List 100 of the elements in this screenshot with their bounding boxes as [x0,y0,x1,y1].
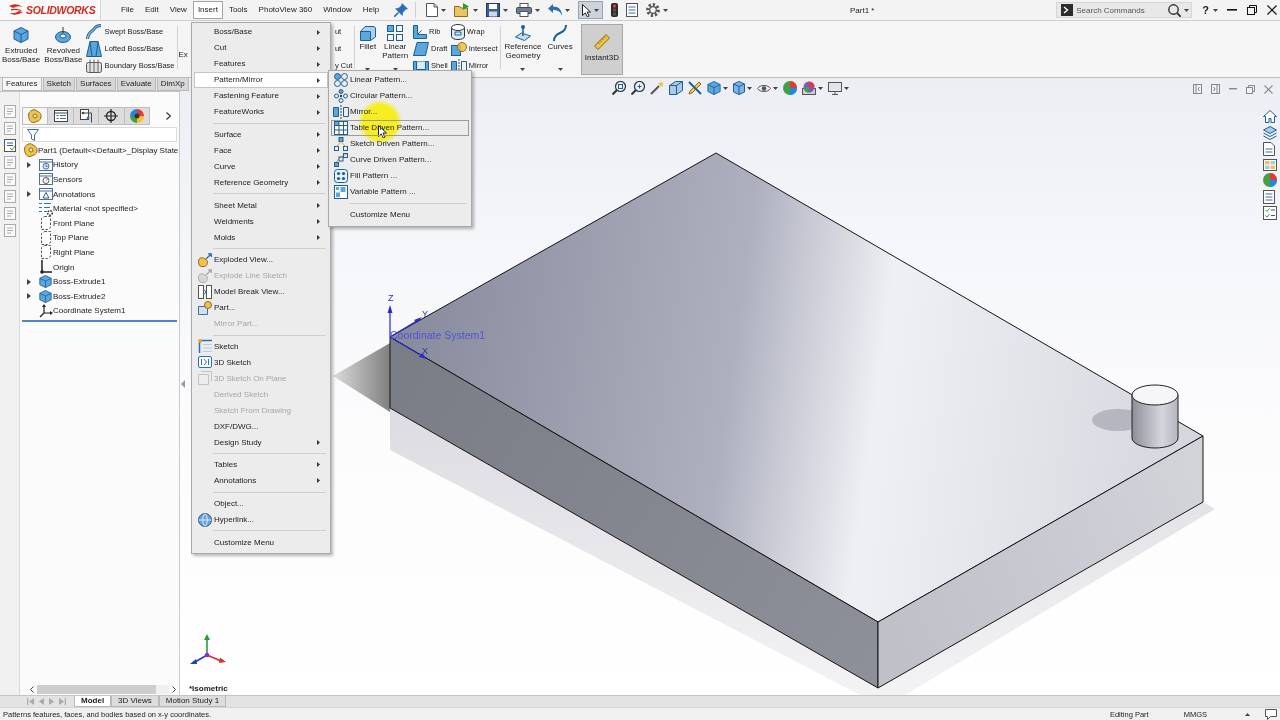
tab[interactable]: DimXp [156,78,189,91]
tree-item[interactable]: Origin [53,262,75,272]
menu-item[interactable]: Boss/Base [194,24,328,40]
traffic-light-icon[interactable] [611,3,619,17]
command-button[interactable]: Ex [178,21,188,77]
menu-item[interactable]: 3D Sketch [194,354,328,371]
collapse-arrow-icon[interactable] [181,380,185,388]
menu-item[interactable]: Sketch [194,338,328,355]
panel-tab[interactable] [123,107,150,125]
caret-icon[interactable] [844,86,849,90]
properties-icon[interactable] [1263,189,1275,204]
menu-item[interactable]: Face [194,142,328,159]
save-icon[interactable] [486,3,501,17]
menu-item[interactable]: DXF/DWG... [194,418,328,435]
menu-item[interactable]: Sketch Driven Pattern... [331,136,469,152]
menu-item[interactable]: Cut [194,40,328,56]
properties-icon[interactable] [626,3,639,17]
command-button[interactable]: Reference Geometry [501,21,545,77]
tab[interactable]: Features [2,78,42,91]
menu-item[interactable]: Sheet Metal [194,197,328,214]
section-view-icon[interactable] [669,81,683,95]
menu-item[interactable]: Mirror... [331,104,469,120]
menu-item[interactable]: FeatureWorks [194,104,328,120]
menu-item[interactable]: Circular Pattern... [331,88,469,104]
scroll-left-icon[interactable] [30,685,34,693]
close-icon[interactable] [1267,5,1277,15]
document-lines-icon[interactable] [3,139,16,152]
chevron-right-icon[interactable] [165,112,171,120]
caret-icon[interactable] [535,8,541,12]
tree-item[interactable]: Annotations [53,189,96,199]
menu-item[interactable]: Insert [192,1,223,19]
caret-icon[interactable] [565,8,571,12]
menu-item[interactable]: Molds [194,229,328,246]
panel-tab[interactable] [98,107,125,125]
command-button[interactable]: Extruded Boss/Base [0,21,43,77]
menu-item[interactable]: Exploded View... [194,251,328,268]
select-button[interactable] [578,1,604,19]
caret-icon[interactable] [503,8,509,12]
new-document-icon[interactable] [426,3,439,17]
menu-item[interactable]: Reference Geometry [194,174,328,191]
appearance-ball-icon[interactable] [783,81,797,95]
tree-item[interactable]: Top Plane [53,233,89,243]
menu-item[interactable]: Annotations [194,472,328,489]
tree-item[interactable]: Sensors [53,175,83,184]
menu-item[interactable]: Features [194,56,328,72]
terminal-icon[interactable] [1061,4,1074,16]
command-button[interactable]: Curves [544,21,576,77]
menu-item[interactable]: Customize Menu [194,534,328,551]
tree-item[interactable]: Coordinate System1 [53,306,126,316]
tab[interactable]: Surfaces [76,78,116,91]
tree-item[interactable]: Boss-Extrude2 [53,291,106,301]
menu-item[interactable]: PhotoView 360 [253,1,318,19]
shaded-box-icon[interactable] [733,81,745,95]
caret-icon[interactable] [1184,8,1190,12]
caret-icon[interactable] [773,86,778,90]
pin-icon[interactable] [394,3,409,17]
tree-item[interactable]: History [53,160,78,170]
cube-icon[interactable] [707,81,721,95]
tile-left-icon[interactable] [1193,84,1202,94]
checklist-icon[interactable] [1263,206,1277,220]
minimize-icon[interactable] [1227,9,1237,11]
caret-icon[interactable] [723,86,728,90]
view-palette-icon[interactable] [1263,158,1277,171]
command-button[interactable]: Instant3D [580,24,624,75]
scene-ball-icon[interactable] [802,81,816,95]
menu-item[interactable]: Help [357,1,385,19]
menu-item[interactable]: Model Break View... [194,283,328,300]
document-icon[interactable] [1263,142,1275,156]
panel-tab[interactable] [47,107,74,125]
menu-item[interactable]: Design Study [194,434,328,451]
appearance-ball-icon[interactable] [1263,173,1277,187]
caret-icon[interactable] [441,8,447,12]
expand-arrow-icon[interactable] [27,278,31,285]
tab[interactable]: Sketch [42,78,76,91]
menu-item[interactable]: Surface [194,126,328,143]
menu-item[interactable]: Pattern/Mirror [194,72,328,88]
expand-arrow-icon[interactable] [27,161,31,168]
expand-arrow-icon[interactable] [27,293,31,300]
menu-item[interactable]: Window [318,1,357,19]
menu-item[interactable]: Curve [194,158,328,175]
menu-item[interactable]: View [164,1,192,19]
search-input[interactable]: Search Commands [1076,3,1166,17]
zoom-area-icon[interactable] [631,81,645,95]
chat-icon[interactable] [1265,708,1277,720]
expand-arrow-icon[interactable] [27,191,31,198]
zoom-fit-icon[interactable] [612,81,626,95]
home-icon[interactable] [1263,110,1277,123]
menu-item[interactable]: File [116,1,139,19]
menu-item[interactable]: Fastening Feature [194,88,328,104]
help-button[interactable]: ? [1202,3,1209,17]
caret-icon[interactable] [663,8,669,12]
scroll-right-icon[interactable] [172,685,176,693]
menu-item[interactable]: Tools [223,1,253,19]
caret-icon[interactable] [747,86,752,90]
caret-icon[interactable] [473,8,479,12]
tree-item[interactable]: Boss-Extrude1 [53,277,106,287]
menu-item[interactable]: Weldments [194,213,328,230]
gear-icon[interactable] [646,3,661,17]
caret-icon[interactable] [1213,8,1218,12]
eye-icon[interactable] [757,83,771,93]
